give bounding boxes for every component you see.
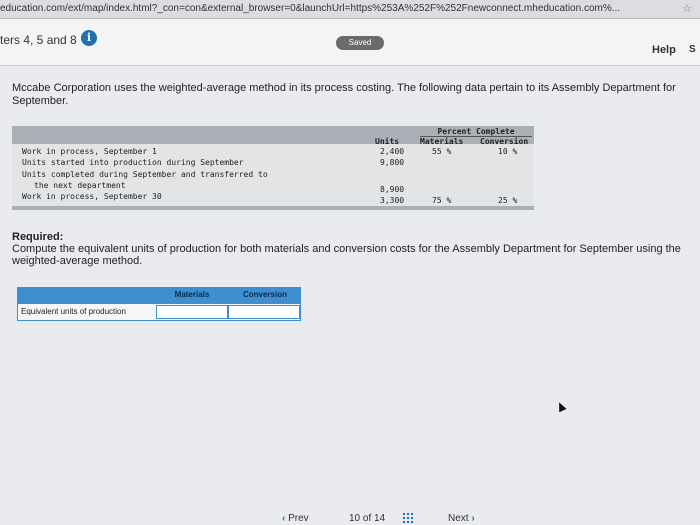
next-label: Next [448,513,469,524]
chevron-left-icon: ‹ [282,513,286,524]
required-label: Required: [12,231,64,243]
percent-complete-header: Percent Complete [420,128,532,137]
required-section: Required: Compute the equivalent units o… [12,231,700,267]
help-button[interactable]: Help [652,44,676,56]
row-units: 8,900 [380,185,405,194]
row-units: 3,300 [380,196,405,205]
row-conversion: 10 % [498,147,518,156]
chevron-right-icon: › [471,513,475,524]
row-materials: 55 % [432,147,452,156]
assignment-header: ters 4, 5 and 8 i Saved Help S [0,19,700,66]
process-data-table: Percent Complete Units Materials Convers… [12,126,534,210]
question-intro: Mccabe Corporation uses the weighted-ave… [12,82,676,107]
page-total: 14 [374,513,386,524]
conversion-equivalent-units-input[interactable] [228,305,300,319]
info-icon[interactable]: i [81,30,97,46]
units-header: Units [375,137,400,146]
page-of: of [362,513,372,524]
row-label: the next department [34,181,126,190]
page-indicator: 10 of 14 [349,513,385,524]
row-label: Work in process, September 30 [22,192,162,201]
answer-table: Materials Conversion Equivalent units of… [17,287,301,323]
row-label: Work in process, September 1 [22,147,157,156]
row-units: 2,400 [380,147,405,156]
row-materials: 75 % [432,196,452,205]
answer-row: Equivalent units of production [17,303,301,321]
page-current: 10 [349,513,361,524]
bookmark-star-icon[interactable]: ☆ [682,0,692,18]
url-text[interactable]: education.com/ext/map/index.html?_con=co… [0,0,620,18]
prev-button[interactable]: ‹ Prev [282,513,309,524]
materials-header: Materials [420,137,464,146]
saved-badge: Saved [336,36,384,50]
save-exit-button[interactable]: S [689,44,696,55]
answer-materials-header: Materials [174,290,210,299]
answer-header-row: Materials Conversion [17,287,301,303]
table-bottom-rule [12,206,534,210]
row-label: Units started into production during Sep… [22,158,244,167]
chapter-label: ters 4, 5 and 8 [0,33,77,47]
answer-row-label: Equivalent units of production [21,307,126,316]
conversion-header: Conversion [480,137,529,146]
row-units: 9,800 [380,158,405,167]
next-button[interactable]: Next › [448,513,475,524]
pagination-footer: ‹ Prev 10 of 14 Next › [0,508,700,525]
prev-label: Prev [288,513,309,524]
answer-conversion-header: Conversion [242,290,287,299]
browser-url-bar[interactable]: education.com/ext/map/index.html?_con=co… [0,0,700,19]
row-label: Units completed during September and tra… [22,170,268,179]
question-grid-icon[interactable] [403,513,415,525]
mouse-pointer-icon [555,400,567,413]
materials-equivalent-units-input[interactable] [156,305,228,319]
required-text: Compute the equivalent units of producti… [12,243,681,267]
row-conversion: 25 % [498,196,518,205]
